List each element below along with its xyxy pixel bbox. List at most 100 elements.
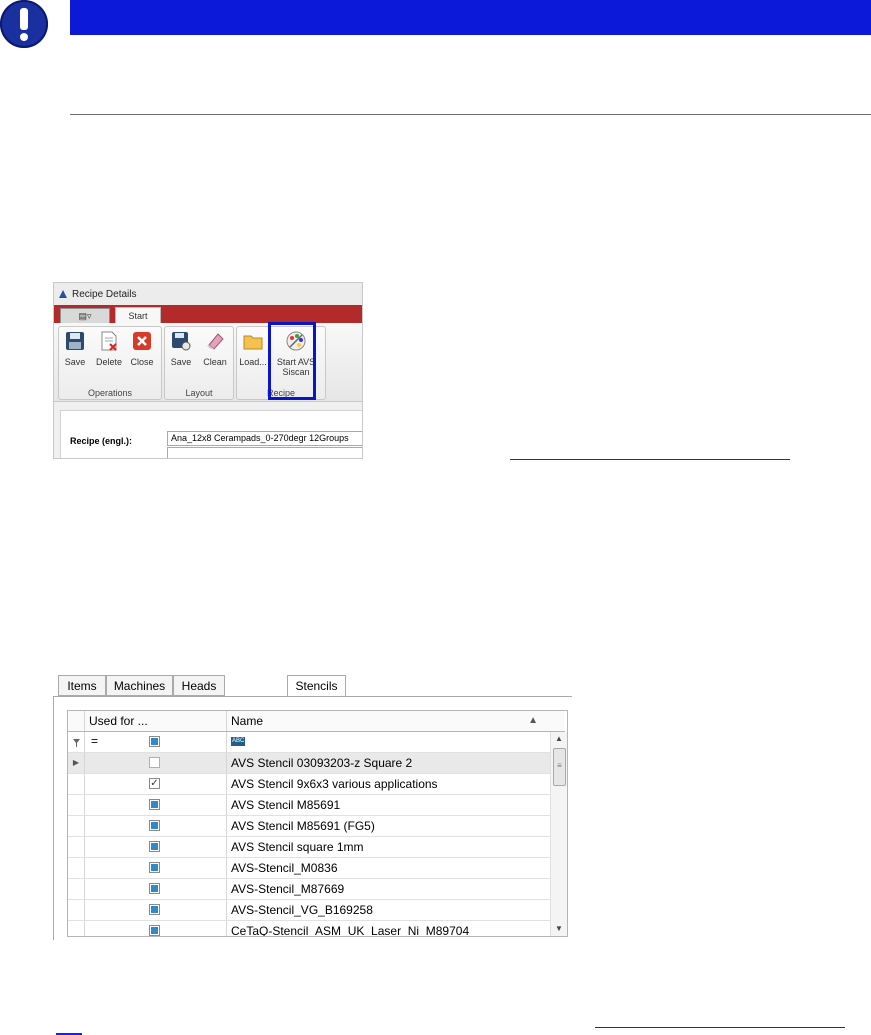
notice-divider xyxy=(70,114,871,115)
tab-machines[interactable]: Machines xyxy=(106,675,173,696)
used-for-checkbox[interactable] xyxy=(149,757,160,768)
stencil-name-cell: AVS Stencil M85691 xyxy=(231,798,341,812)
scroll-thumb[interactable]: ≡ xyxy=(553,748,566,786)
tab-start[interactable]: Start xyxy=(115,307,161,324)
used-for-checkbox[interactable] xyxy=(149,904,160,915)
used-for-cell xyxy=(85,753,227,773)
filter-name-cell[interactable]: ABC xyxy=(228,732,546,752)
close-icon xyxy=(133,332,151,350)
eraser-icon xyxy=(207,333,224,350)
group-label-layout: Layout xyxy=(185,388,213,398)
save-layout-icon xyxy=(172,332,191,351)
close-button[interactable]: Close xyxy=(128,331,156,367)
layout-save-button[interactable]: Save xyxy=(167,331,195,367)
filter-used-for-cell[interactable]: = xyxy=(85,732,227,752)
window-titlebar: Recipe Details xyxy=(54,283,362,305)
save-button[interactable]: Save xyxy=(61,331,89,367)
recipe-content-area: Recipe (engl.): Ana_12x8 Cerampads_0-270… xyxy=(54,402,362,458)
used-for-cell xyxy=(85,858,227,878)
delete-document-icon xyxy=(101,331,117,351)
scroll-up-arrow-icon[interactable]: ▲ xyxy=(551,732,567,746)
tab-stencils[interactable]: Stencils xyxy=(287,675,346,697)
folder-open-icon xyxy=(243,335,263,350)
row-indicator xyxy=(68,816,85,836)
used-for-checkbox[interactable] xyxy=(149,799,160,810)
delete-button[interactable]: Delete xyxy=(95,331,123,367)
filter-row: = ABC xyxy=(68,732,565,753)
row-indicator xyxy=(68,921,85,936)
used-for-cell xyxy=(85,795,227,815)
used-for-cell xyxy=(85,837,227,857)
vertical-scrollbar[interactable]: ▲ ≡ ▼ xyxy=(550,732,567,936)
used-for-checkbox[interactable] xyxy=(149,925,160,936)
table-row[interactable]: CeTaQ-Stencil_ASM_UK_Laser_Ni_M89704 xyxy=(68,921,550,937)
stencil-name-cell: AVS-Stencil_M87669 xyxy=(231,882,345,896)
recipe-second-field[interactable] xyxy=(167,447,362,458)
sort-ascending-icon: ▲ xyxy=(528,715,538,726)
current-row-arrow-icon: ▶ xyxy=(68,753,85,773)
used-for-checkbox[interactable] xyxy=(149,841,160,852)
quick-access-menu-button[interactable]: ▤▿ xyxy=(60,308,110,323)
window-title: Recipe Details xyxy=(72,288,137,300)
table-row[interactable]: AVS-Stencil_M87669 xyxy=(68,879,550,900)
row-indicator xyxy=(68,879,85,899)
used-for-checkbox[interactable] xyxy=(149,883,160,894)
filter-checkbox[interactable] xyxy=(149,736,160,747)
used-for-cell xyxy=(85,921,227,936)
grid-frame xyxy=(53,697,54,940)
app-logo-icon xyxy=(59,290,67,298)
scroll-down-arrow-icon[interactable]: ▼ xyxy=(551,922,567,936)
hyperlink-underline[interactable] xyxy=(510,459,790,460)
highlight-box xyxy=(268,322,316,400)
stencil-name-cell: AVS Stencil square 1mm xyxy=(231,840,364,854)
ribbon-tabstrip: ▤▿ Start xyxy=(54,305,362,324)
recipe-name-field[interactable]: Ana_12x8 Cerampads_0-270degr 12Groups xyxy=(167,431,362,446)
row-indicator xyxy=(68,858,85,878)
ribbon-group-operations: Save Delete Close Operations xyxy=(58,326,162,400)
header-indicator-cell xyxy=(68,711,85,731)
load-button[interactable]: Load... xyxy=(239,331,267,367)
stencil-name-cell: CeTaQ-Stencil_ASM_UK_Laser_Ni_M89704 xyxy=(231,924,470,937)
tab-heads[interactable]: Heads xyxy=(173,675,225,696)
used-for-checkbox[interactable] xyxy=(149,820,160,831)
floppy-disk-icon xyxy=(66,332,84,350)
table-row[interactable]: AVS-Stencil_VG_B169258 xyxy=(68,900,550,921)
stencils-tab-panel: Items Machines Heads Stencils Used for .… xyxy=(53,675,572,940)
tab-items[interactable]: Items xyxy=(58,675,106,696)
ribbon-group-layout: Save Clean Layout xyxy=(164,326,234,400)
recipe-details-window: Recipe Details ▤▿ Start Save Delete Clos… xyxy=(53,282,363,459)
text-filter-icon: ABC xyxy=(231,737,246,746)
group-label-operations: Operations xyxy=(87,388,133,398)
clean-button[interactable]: Clean xyxy=(201,331,229,367)
table-row[interactable]: AVS Stencil M85691 (FG5) xyxy=(68,816,550,837)
hyperlink-underline[interactable] xyxy=(595,1027,845,1028)
stencil-name-cell: AVS Stencil 9x6x3 various applications xyxy=(231,777,438,791)
recipe-name-label: Recipe (engl.): xyxy=(70,436,133,446)
warning-exclamation-icon xyxy=(0,0,48,48)
table-row[interactable]: ✓ AVS Stencil 9x6x3 various applications xyxy=(68,774,550,795)
used-for-checkbox[interactable]: ✓ xyxy=(149,778,160,789)
table-row[interactable]: AVS-Stencil_M0836 xyxy=(68,858,550,879)
filter-icon[interactable] xyxy=(68,732,85,752)
stencils-grid: Used for ... Name ▲ = ABC ▶ AVS Stencil 0… xyxy=(67,710,568,937)
used-for-cell xyxy=(85,816,227,836)
column-header-name[interactable]: Name ▲ xyxy=(228,711,546,731)
table-row[interactable]: ▶ AVS Stencil 03093203-z Square 2 xyxy=(68,753,550,774)
stencil-name-cell: AVS Stencil M85691 (FG5) xyxy=(231,819,375,833)
stencil-name-cell: AVS-Stencil_M0836 xyxy=(231,861,338,875)
grid-header-row: Used for ... Name ▲ xyxy=(68,711,565,732)
table-row[interactable]: AVS Stencil square 1mm xyxy=(68,837,550,858)
stencil-name-cell: AVS Stencil 03093203-z Square 2 xyxy=(231,756,413,770)
row-indicator xyxy=(68,774,85,794)
filter-operator[interactable]: = xyxy=(91,734,98,748)
row-indicator xyxy=(68,837,85,857)
table-row[interactable]: AVS Stencil M85691 xyxy=(68,795,550,816)
used-for-checkbox[interactable] xyxy=(149,862,160,873)
used-for-cell xyxy=(85,900,227,920)
used-for-cell xyxy=(85,879,227,899)
row-indicator xyxy=(68,900,85,920)
column-header-used-for[interactable]: Used for ... xyxy=(85,711,227,731)
notice-title-bar xyxy=(70,0,871,35)
tab-baseline xyxy=(53,696,572,697)
row-indicator xyxy=(68,795,85,815)
